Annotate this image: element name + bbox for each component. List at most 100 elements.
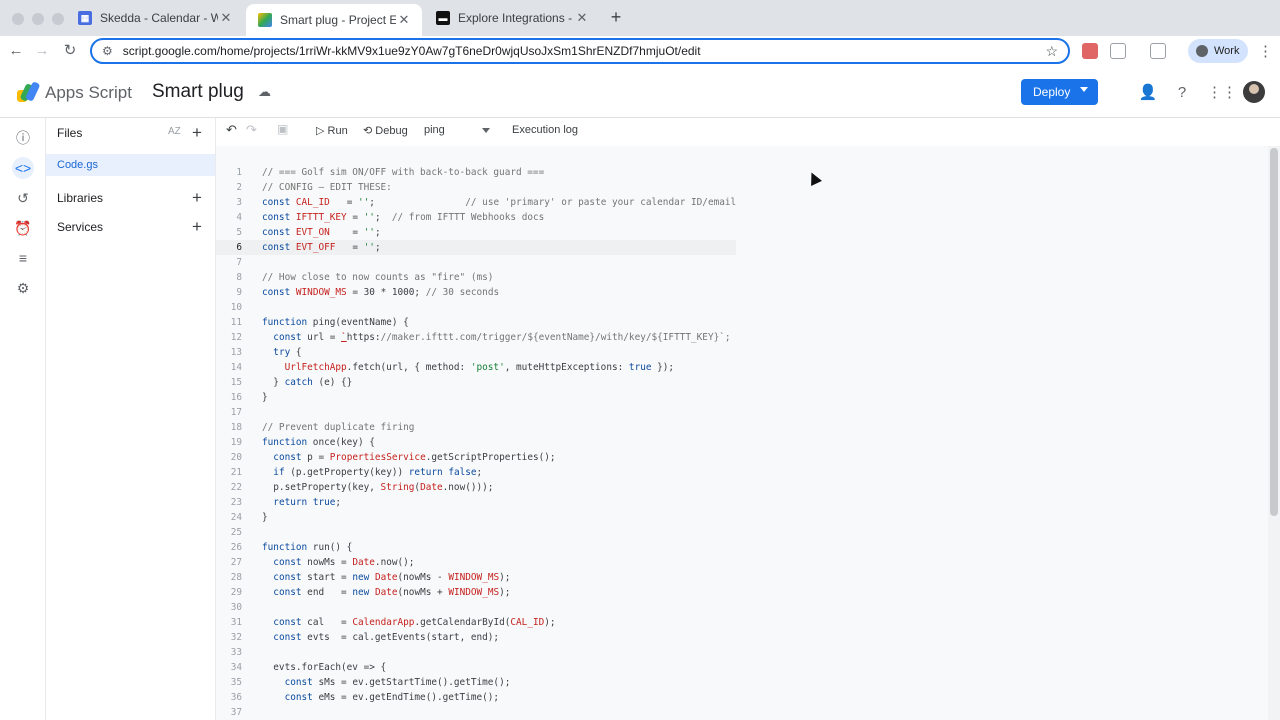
line-text[interactable]: evts.forEach(ev => {: [242, 660, 386, 675]
browser-tab-skedda[interactable]: ▦ Skedda - Calendar - Week of ✕: [66, 4, 244, 32]
code-line[interactable]: 29 const end = new Date(nowMs + WINDOW_M…: [216, 585, 736, 600]
save-project-icon[interactable]: ▣: [277, 122, 288, 136]
extension-icon[interactable]: [1082, 43, 1098, 59]
side-panel-icon[interactable]: [1150, 43, 1166, 59]
code-line[interactable]: 25: [216, 525, 736, 540]
line-text[interactable]: [242, 600, 262, 615]
bookmark-star-icon[interactable]: ☆: [1045, 43, 1058, 60]
line-text[interactable]: const EVT_ON = '';: [242, 225, 381, 240]
line-text[interactable]: } catch (e) {}: [242, 375, 352, 390]
code-line[interactable]: 8// How close to now counts as "fire" (m…: [216, 270, 736, 285]
scrollbar-thumb[interactable]: [1270, 148, 1278, 516]
code-line[interactable]: 17: [216, 405, 736, 420]
sort-files-icon[interactable]: AZ: [168, 126, 181, 137]
code-line[interactable]: 35 const sMs = ev.getStartTime().getTime…: [216, 675, 736, 690]
line-text[interactable]: // Prevent duplicate firing: [242, 420, 414, 435]
line-text[interactable]: [242, 300, 262, 315]
line-text[interactable]: return true;: [242, 495, 341, 510]
line-text[interactable]: [242, 255, 262, 270]
line-text[interactable]: [242, 645, 262, 660]
code-line[interactable]: 5 const EVT_ON = '';: [216, 225, 736, 240]
window-controls[interactable]: [12, 13, 64, 25]
settings-gear-icon[interactable]: ⚙: [12, 277, 34, 299]
code-line[interactable]: 18// Prevent duplicate firing: [216, 420, 736, 435]
profile-chip[interactable]: Work: [1188, 39, 1248, 63]
code-line[interactable]: 9 const WINDOW_MS = 30 * 1000; // 30 seco…: [216, 285, 736, 300]
code-line[interactable]: 1// === Golf sim ON/OFF with back-to-bac…: [216, 165, 736, 180]
code-line[interactable]: 34 evts.forEach(ev => {: [216, 660, 736, 675]
code-line[interactable]: 30: [216, 600, 736, 615]
debug-button[interactable]: ⟲ Debug: [363, 124, 408, 137]
line-text[interactable]: const p = PropertiesService.getScriptPro…: [242, 450, 555, 465]
line-text[interactable]: }: [242, 510, 268, 525]
code-line[interactable]: 4 const IFTTT_KEY = ''; // from IFTTT Web…: [216, 210, 736, 225]
code-line[interactable]: 37: [216, 705, 736, 720]
code-line[interactable]: 20 const p = PropertiesService.getScript…: [216, 450, 736, 465]
code-line[interactable]: 27 const nowMs = Date.now();: [216, 555, 736, 570]
line-text[interactable]: const nowMs = Date.now();: [242, 555, 414, 570]
line-text[interactable]: const IFTTT_KEY = ''; // from IFTTT Webh…: [242, 210, 544, 225]
add-file-icon[interactable]: +: [192, 124, 202, 141]
add-library-icon[interactable]: +: [192, 189, 202, 206]
code-line[interactable]: 36 const eMs = ev.getEndTime().getTime()…: [216, 690, 736, 705]
run-button[interactable]: ▷ Run: [316, 124, 348, 137]
url-text[interactable]: script.google.com/home/projects/1rriWr-k…: [123, 44, 1046, 58]
tab-close-icon[interactable]: ✕: [574, 10, 590, 26]
add-service-icon[interactable]: +: [192, 218, 202, 235]
line-text[interactable]: }: [242, 390, 268, 405]
project-title[interactable]: Smart plug: [152, 81, 244, 103]
line-text[interactable]: [242, 405, 262, 420]
project-history-icon[interactable]: ↺: [12, 187, 34, 209]
code-line[interactable]: 16}: [216, 390, 736, 405]
line-text[interactable]: const eMs = ev.getEndTime().getTime();: [242, 690, 500, 705]
libraries-heading[interactable]: Libraries: [57, 191, 103, 205]
line-text[interactable]: // === Golf sim ON/OFF with back-to-back…: [242, 165, 544, 180]
code-line[interactable]: 23 return true;: [216, 495, 736, 510]
code-line[interactable]: 31 const cal = CalendarApp.getCalendarBy…: [216, 615, 736, 630]
line-text[interactable]: // How close to now counts as "fire" (ms…: [242, 270, 493, 285]
line-text[interactable]: const cal = CalendarApp.getCalendarById(…: [242, 615, 555, 630]
line-text[interactable]: // CONFIG — EDIT THESE:: [242, 180, 392, 195]
code-line[interactable]: 14 UrlFetchApp.fetch(url, { method: 'pos…: [216, 360, 736, 375]
code-line[interactable]: 15 } catch (e) {}: [216, 375, 736, 390]
code-line[interactable]: 33: [216, 645, 736, 660]
line-text[interactable]: try {: [242, 345, 301, 360]
editor-code-icon[interactable]: <>: [12, 157, 34, 179]
editor-scrollbar[interactable]: [1268, 146, 1280, 720]
line-text[interactable]: const start = new Date(nowMs - WINDOW_MS…: [242, 570, 510, 585]
code-editor[interactable]: 1// === Golf sim ON/OFF with back-to-bac…: [216, 146, 1268, 720]
code-line[interactable]: 3 const CAL_ID = ''; // use 'primary' or …: [216, 195, 736, 210]
back-icon[interactable]: ←: [6, 41, 26, 61]
function-select[interactable]: ping: [424, 124, 492, 136]
line-text[interactable]: const end = new Date(nowMs + WINDOW_MS);: [242, 585, 510, 600]
browser-tab-project-editor[interactable]: Smart plug - Project Editor - ✕: [246, 4, 422, 36]
execution-log-button[interactable]: Execution log: [512, 124, 578, 136]
product-name[interactable]: Apps Script: [45, 83, 132, 103]
line-text[interactable]: const url = `https://maker.ifttt.com/tri…: [242, 330, 730, 345]
code-line[interactable]: 12 const url = `https://maker.ifttt.com/…: [216, 330, 736, 345]
code-line[interactable]: 10: [216, 300, 736, 315]
line-text[interactable]: const sMs = ev.getStartTime().getTime();: [242, 675, 511, 690]
code-line[interactable]: 26 function run() {: [216, 540, 736, 555]
code-line[interactable]: 6 const EVT_OFF = '';: [216, 240, 737, 255]
line-text[interactable]: p.setProperty(key, String(Date.now()));: [242, 480, 493, 495]
code-line[interactable]: 24}: [216, 510, 736, 525]
line-text[interactable]: const EVT_OFF = '';: [242, 240, 381, 255]
address-bar[interactable]: ⚙ script.google.com/home/projects/1rriWr…: [90, 38, 1070, 64]
tab-close-icon[interactable]: ✕: [396, 12, 412, 28]
new-tab-button[interactable]: +: [606, 8, 626, 28]
line-text[interactable]: UrlFetchApp.fetch(url, { method: 'post',…: [242, 360, 675, 375]
undo-icon[interactable]: ↶: [226, 122, 237, 138]
code-lines[interactable]: 1// === Golf sim ON/OFF with back-to-bac…: [216, 165, 737, 720]
code-line[interactable]: 21 if (p.getProperty(key)) return false;: [216, 465, 736, 480]
line-text[interactable]: const evts = cal.getEvents(start, end);: [242, 630, 499, 645]
line-text[interactable]: const CAL_ID = ''; // use 'primary' or p…: [242, 195, 736, 210]
overview-info-icon[interactable]: ⓘ: [12, 127, 34, 149]
site-settings-icon[interactable]: ⚙: [102, 44, 113, 58]
code-line[interactable]: 32 const evts = cal.getEvents(start, end…: [216, 630, 736, 645]
triggers-alarm-icon[interactable]: ⏰: [12, 217, 34, 239]
code-line[interactable]: 7: [216, 255, 736, 270]
account-avatar[interactable]: [1243, 81, 1265, 103]
deploy-button[interactable]: Deploy: [1021, 79, 1098, 105]
code-line[interactable]: 19 function once(key) {: [216, 435, 736, 450]
